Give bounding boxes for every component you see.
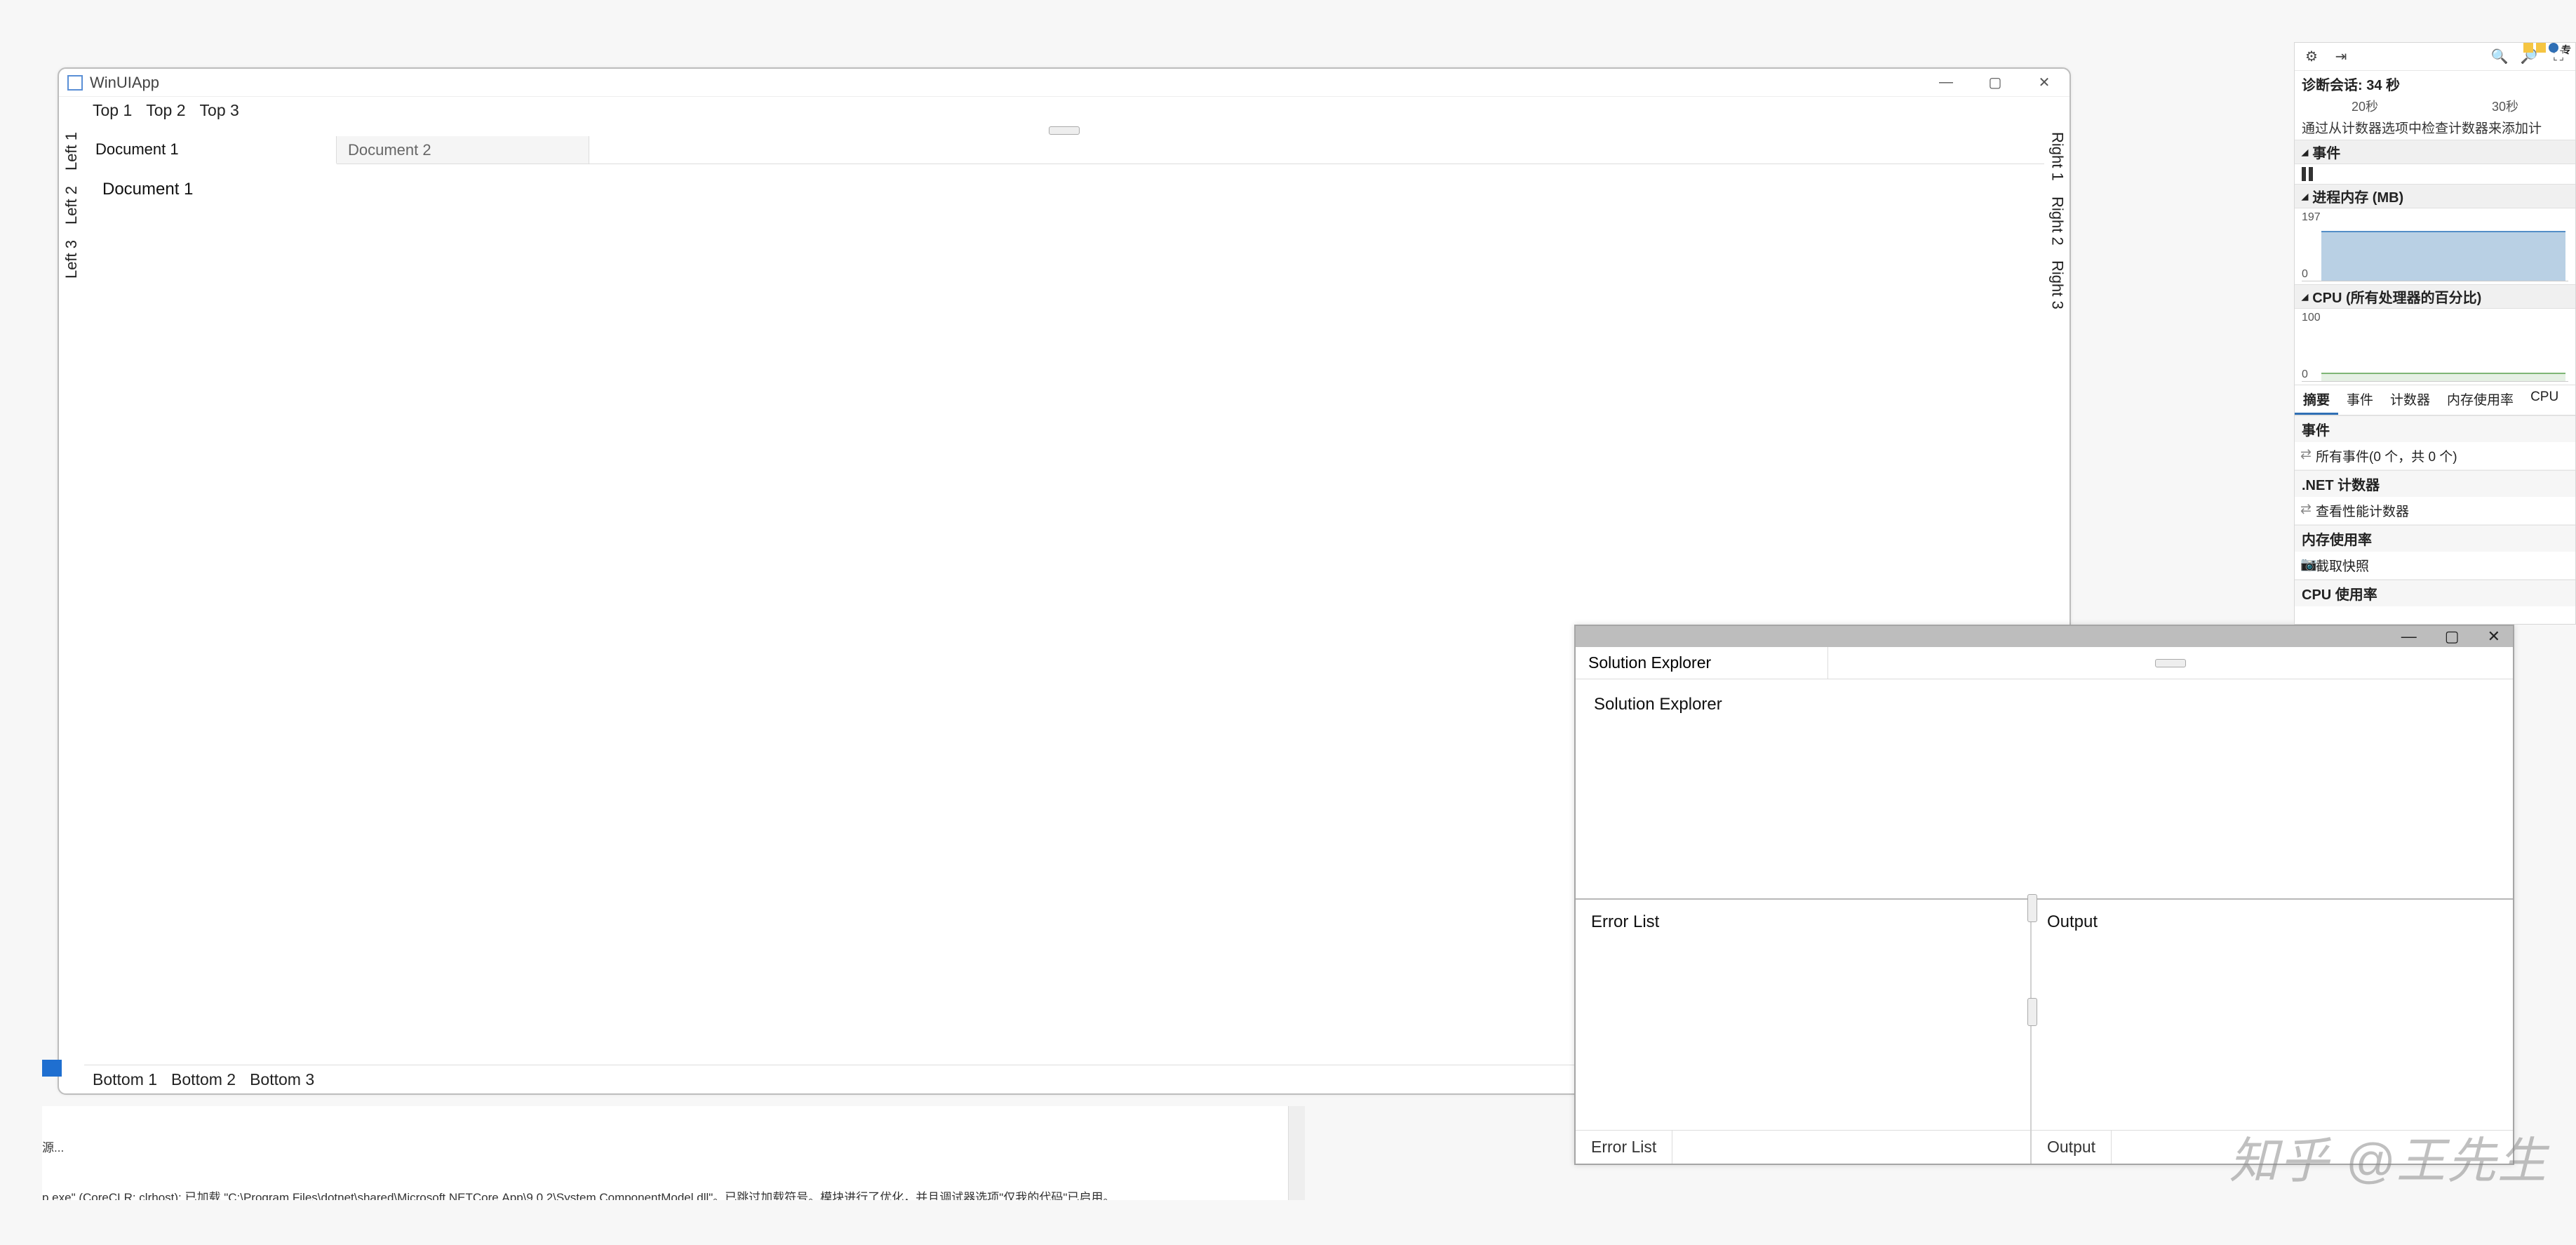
cat-cpu-usage: CPU 使用率 xyxy=(2295,580,2575,606)
splitter-grip-v1[interactable] xyxy=(2027,894,2037,922)
cpu-chart[interactable]: 100 0 xyxy=(2302,312,2568,382)
diag-summary-tabs: 摘要 事件 计数器 内存使用率 CPU xyxy=(2295,385,2575,415)
diag-tab-summary[interactable]: 摘要 xyxy=(2295,385,2338,415)
solution-tab-row: Solution Explorer xyxy=(1576,647,2513,679)
item-take-snapshot[interactable]: 截取快照 xyxy=(2295,552,2575,580)
selection-indicator xyxy=(42,1060,62,1077)
scale-30s: 30秒 xyxy=(2492,97,2518,115)
diag-session-label: 诊断会话: 34 秒 xyxy=(2295,71,2575,97)
lower-panes: Error List Error List Output Output xyxy=(1576,900,2513,1164)
diag-memory-header[interactable]: 进程内存 (MB) 专 xyxy=(2295,184,2575,208)
diag-events-header[interactable]: 事件 xyxy=(2295,140,2575,164)
error-list-label: Error List xyxy=(1576,900,2030,1130)
minimize-button[interactable]: ― xyxy=(1933,72,1959,93)
float-minimize-button[interactable]: ― xyxy=(2401,627,2417,646)
document-tabs: Document 1 Document 2 xyxy=(84,136,2044,164)
zoom-in-icon[interactable]: 🔍 xyxy=(2490,47,2509,67)
error-list-pane: Error List Error List xyxy=(1576,900,2032,1164)
top-tab-1[interactable]: Top 1 xyxy=(93,101,132,120)
diag-tab-memory[interactable]: 内存使用率 xyxy=(2439,385,2522,415)
float-maximize-button[interactable]: ▢ xyxy=(2445,627,2460,646)
titlebar: WinUIApp ― ▢ ✕ xyxy=(59,69,2069,97)
left-item-2[interactable]: Left 2 xyxy=(62,183,81,227)
right-item-1[interactable]: Right 1 xyxy=(2048,129,2067,184)
mem-header-text: 进程内存 (MB) xyxy=(2312,186,2403,206)
splitter-grip-v2[interactable] xyxy=(2027,998,2037,1026)
dbg-scrollbar[interactable] xyxy=(1288,1106,1305,1200)
bottom-tab-3[interactable]: Bottom 3 xyxy=(250,1070,314,1089)
right-item-2[interactable]: Right 2 xyxy=(2048,194,2067,248)
cpu-y-bottom: 0 xyxy=(2302,368,2308,381)
solution-explorer-tab[interactable]: Solution Explorer xyxy=(1576,647,1828,679)
diag-cpu-header[interactable]: CPU (所有处理器的百分比) xyxy=(2295,284,2575,309)
top-dock-tabs: Top 1 Top 2 Top 3 xyxy=(59,97,2069,125)
diag-events-row xyxy=(2295,164,2575,184)
legend-private: 专 xyxy=(2561,43,2571,57)
diag-tab-cpu[interactable]: CPU xyxy=(2522,385,2567,415)
error-list-tab[interactable]: Error List xyxy=(1576,1131,1672,1164)
memory-chart[interactable]: 197 0 xyxy=(2302,211,2568,281)
app-title: WinUIApp xyxy=(90,74,1926,92)
floating-tool-window: ― ▢ ✕ Solution Explorer Solution Explore… xyxy=(1574,625,2514,1165)
mem-y-top: 197 xyxy=(2302,211,2321,224)
left-item-3[interactable]: Left 3 xyxy=(62,237,81,281)
float-titlebar[interactable]: ― ▢ ✕ xyxy=(1576,626,2513,647)
item-view-counters[interactable]: 查看性能计数器 xyxy=(2295,497,2575,525)
output-pane: Output Output xyxy=(2032,900,2513,1164)
mem-legend: 专 xyxy=(2523,43,2571,57)
top-tab-3[interactable]: Top 3 xyxy=(200,101,239,120)
splitter-grip-top[interactable] xyxy=(84,125,2044,136)
doc-tab-1[interactable]: Document 1 xyxy=(84,136,337,164)
settings-icon[interactable]: ⚙ xyxy=(2302,47,2321,67)
left-item-1[interactable]: Left 1 xyxy=(62,129,81,173)
output-label: Output xyxy=(2032,900,2513,1130)
diag-hint: 通过从计数器选项中检查计数器来添加计 xyxy=(2295,115,2575,140)
debug-output[interactable]: 源... p.exe" (CoreCLR: clrhost): 已加载 "C:\… xyxy=(42,1106,1305,1200)
scale-20s: 20秒 xyxy=(2352,97,2378,115)
bottom-tab-1[interactable]: Bottom 1 xyxy=(93,1070,157,1089)
pause-icon[interactable] xyxy=(2302,167,2316,181)
mem-y-bottom: 0 xyxy=(2302,268,2308,281)
splitter-grip[interactable] xyxy=(2155,659,2186,667)
doc-tab-2[interactable]: Document 2 xyxy=(337,136,589,164)
bottom-tab-2[interactable]: Bottom 2 xyxy=(171,1070,236,1089)
diagnostic-tools-panel: ⚙ ⇥ 🔍 🔎 ⛶ 诊断会话: 34 秒 20秒 30秒 通过从计数器选项中检查… xyxy=(2294,42,2576,625)
cat-events: 事件 xyxy=(2295,415,2575,442)
cat-net-counters: .NET 计数器 xyxy=(2295,470,2575,497)
top-tab-2[interactable]: Top 2 xyxy=(146,101,185,120)
output-tab[interactable]: Output xyxy=(2032,1131,2112,1164)
diag-tab-events[interactable]: 事件 xyxy=(2338,385,2382,415)
diag-time-scale: 20秒 30秒 xyxy=(2295,97,2575,115)
solution-explorer-pane: Solution Explorer Solution Explorer xyxy=(1576,647,2513,900)
right-item-3[interactable]: Right 3 xyxy=(2048,258,2067,312)
window-controls: ― ▢ ✕ xyxy=(1933,72,2057,93)
cat-memory-usage: 内存使用率 xyxy=(2295,525,2575,552)
diag-tab-counters[interactable]: 计数器 xyxy=(2382,385,2439,415)
solution-explorer-content: Solution Explorer xyxy=(1576,679,2513,898)
close-button[interactable]: ✕ xyxy=(2032,72,2057,93)
float-close-button[interactable]: ✕ xyxy=(2488,627,2500,646)
maximize-button[interactable]: ▢ xyxy=(1983,72,2008,93)
dbg-line-0: 源... xyxy=(42,1140,1305,1157)
app-icon xyxy=(67,75,83,91)
left-dock-strip: Left 1 Left 2 Left 3 xyxy=(59,125,84,1065)
item-all-events[interactable]: 所有事件(0 个，共 0 个) xyxy=(2295,442,2575,470)
dbg-line-1: p.exe" (CoreCLR: clrhost): 已加载 "C:\Progr… xyxy=(42,1190,1305,1200)
export-icon[interactable]: ⇥ xyxy=(2331,47,2351,67)
cpu-y-top: 100 xyxy=(2302,312,2321,324)
